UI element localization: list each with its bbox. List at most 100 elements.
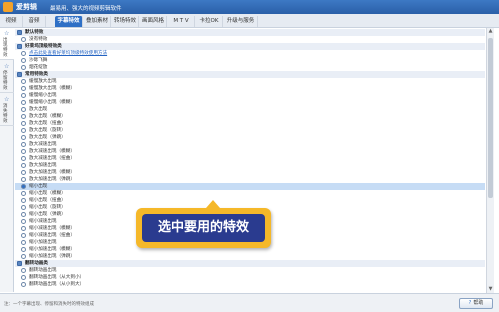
scroll-thumb[interactable] — [488, 38, 493, 198]
radio-icon[interactable] — [21, 93, 26, 98]
radio-icon[interactable] — [21, 37, 26, 42]
effect-row[interactable]: 放大加速出现（弹跳） — [15, 176, 485, 183]
effect-row[interactable]: 放大加速出现 — [15, 162, 485, 169]
tab-transitions[interactable]: 转场特效 — [112, 16, 139, 27]
radio-icon[interactable] — [21, 51, 26, 56]
effect-row[interactable]: 翻转动画出现（从小到大） — [15, 281, 485, 288]
effect-row[interactable]: 放大减速出现 — [15, 141, 485, 148]
radio-icon[interactable] — [21, 240, 26, 245]
category-collapse-icon[interactable] — [17, 30, 22, 35]
effect-category-row[interactable]: 翻转动画类 — [15, 260, 485, 267]
star-icon: ☆ — [4, 63, 10, 70]
radio-icon[interactable] — [21, 107, 26, 112]
help-link-row[interactable]: 点击此处查看好莱坞顶级特效使用方法 — [15, 50, 485, 57]
radio-icon[interactable] — [21, 282, 26, 287]
radio-icon[interactable] — [21, 268, 26, 273]
tab-subtitle-effects[interactable]: 字幕特效 — [55, 16, 83, 27]
radio-icon[interactable] — [21, 219, 26, 224]
callout-text: 选中要用的特效 — [142, 214, 265, 242]
radio-icon[interactable] — [21, 121, 26, 126]
radio-icon[interactable] — [21, 275, 26, 280]
radio-icon[interactable] — [21, 135, 26, 140]
effect-label: 缓慢缩小出现（模糊） — [29, 100, 75, 105]
radio-icon[interactable] — [21, 142, 26, 147]
radio-icon[interactable] — [21, 177, 26, 182]
effect-row[interactable]: 放大出现（旋转） — [15, 127, 485, 134]
effect-label: 缩小减速出现（模糊） — [29, 226, 75, 231]
radio-icon[interactable] — [21, 58, 26, 63]
radio-icon[interactable] — [21, 163, 26, 168]
effect-row[interactable]: 没有特效 — [15, 36, 485, 43]
effect-row[interactable]: 放大加速出现（模糊） — [15, 169, 485, 176]
effect-category-row[interactable]: 常用特效类 — [15, 71, 485, 78]
effect-row[interactable]: 放大出现（弹跳） — [15, 134, 485, 141]
status-bar: 注：一个字幕出现、停留和消失时的特效组成 ? 帮助 — [0, 293, 499, 312]
sidebar-item-appear[interactable]: ☆ 出现特效 — [0, 28, 14, 60]
radio-icon[interactable] — [21, 79, 26, 84]
scroll-up-icon[interactable]: ▲ — [487, 28, 494, 35]
effect-label: 沙砾飞舞 — [29, 58, 48, 63]
scroll-down-icon[interactable]: ▼ — [487, 286, 494, 293]
effect-row[interactable]: 放大出现（扭曲） — [15, 120, 485, 127]
main-tab-bar: 视频 音频 字幕特效 叠加素材 转场特效 画面风格 M T V 卡拉OK 升级与… — [0, 14, 499, 28]
effect-label: 缩小减速出现 — [29, 219, 57, 224]
radio-icon[interactable] — [21, 114, 26, 119]
radio-icon[interactable] — [21, 100, 26, 105]
sidebar-item-label: 出现特效 — [3, 38, 8, 58]
effect-row[interactable]: 沙砾飞舞 — [15, 57, 485, 64]
radio-icon[interactable] — [21, 233, 26, 238]
tab-audio[interactable]: 音频 — [23, 16, 46, 27]
list-scrollbar[interactable]: ▲ ▼ — [486, 28, 494, 293]
tab-overlay[interactable]: 叠加素材 — [84, 16, 111, 27]
category-collapse-icon[interactable] — [17, 261, 22, 266]
effect-row[interactable]: 缩小出现 — [15, 183, 485, 190]
radio-icon[interactable] — [21, 226, 26, 231]
effect-row[interactable]: 缓慢放大出现（模糊） — [15, 85, 485, 92]
tab-upgrade[interactable]: 升级与服务 — [224, 16, 258, 27]
effect-row[interactable]: 放大出现 — [15, 106, 485, 113]
effect-row[interactable]: 缓慢缩小出现（模糊） — [15, 99, 485, 106]
effect-stage-sidebar: ☆ 出现特效 ☆ 停留特效 ☆ 消失特效 — [0, 28, 14, 292]
radio-icon[interactable] — [21, 86, 26, 91]
effect-label: 缩小出现 — [29, 184, 48, 189]
radio-icon[interactable] — [21, 184, 26, 189]
effect-row[interactable]: 放大减速出现（扭曲） — [15, 155, 485, 162]
effect-label: 放大出现 — [29, 107, 48, 112]
tab-picture-style[interactable]: 画面风格 — [140, 16, 167, 27]
effect-row[interactable]: 翻转动画出现（从大到小） — [15, 274, 485, 281]
radio-icon[interactable] — [21, 254, 26, 259]
radio-icon[interactable] — [21, 170, 26, 175]
radio-icon[interactable] — [21, 205, 26, 210]
effect-label: 缩小出现（模糊） — [29, 191, 66, 196]
radio-icon[interactable] — [21, 65, 26, 70]
radio-icon[interactable] — [21, 191, 26, 196]
effect-row[interactable]: 烟花绽放 — [15, 64, 485, 71]
effect-row[interactable]: 缩小加速出现（弹跳） — [15, 253, 485, 260]
radio-icon[interactable] — [21, 212, 26, 217]
tab-mtv[interactable]: M T V — [168, 16, 195, 27]
radio-icon[interactable] — [21, 247, 26, 252]
status-hint: 注：一个字幕出现、停留和消失时的特效组成 — [4, 302, 94, 307]
category-collapse-icon[interactable] — [17, 72, 22, 77]
effect-row[interactable]: 缓慢放大出现 — [15, 78, 485, 85]
effect-category-row[interactable]: 默认特效 — [15, 29, 485, 36]
sidebar-item-disappear[interactable]: ☆ 消失特效 — [0, 94, 14, 126]
effect-row[interactable]: 翻转动画出现 — [15, 267, 485, 274]
category-collapse-icon[interactable] — [17, 44, 22, 49]
radio-icon[interactable] — [21, 149, 26, 154]
effect-category-row[interactable]: 好莱坞顶级特效类 — [15, 43, 485, 50]
tab-karaoke[interactable]: 卡拉OK — [196, 16, 223, 27]
effect-row[interactable]: 放大出现（模糊） — [15, 113, 485, 120]
radio-icon[interactable] — [21, 198, 26, 203]
effect-row[interactable]: 缩小出现（模糊） — [15, 190, 485, 197]
effect-row[interactable]: 放大减速出现（模糊） — [15, 148, 485, 155]
radio-icon[interactable] — [21, 156, 26, 161]
effect-row[interactable]: 缓慢缩小出现 — [15, 92, 485, 99]
help-button[interactable]: ? 帮助 — [459, 298, 493, 309]
sidebar-item-stay[interactable]: ☆ 停留特效 — [0, 61, 14, 93]
radio-icon[interactable] — [21, 128, 26, 133]
effect-label: 缓慢放大出现 — [29, 79, 57, 84]
effect-row[interactable]: 缩小出现（扭曲） — [15, 197, 485, 204]
effect-label: 放大加速出现（弹跳） — [29, 177, 75, 182]
tab-video[interactable]: 视频 — [0, 16, 23, 27]
